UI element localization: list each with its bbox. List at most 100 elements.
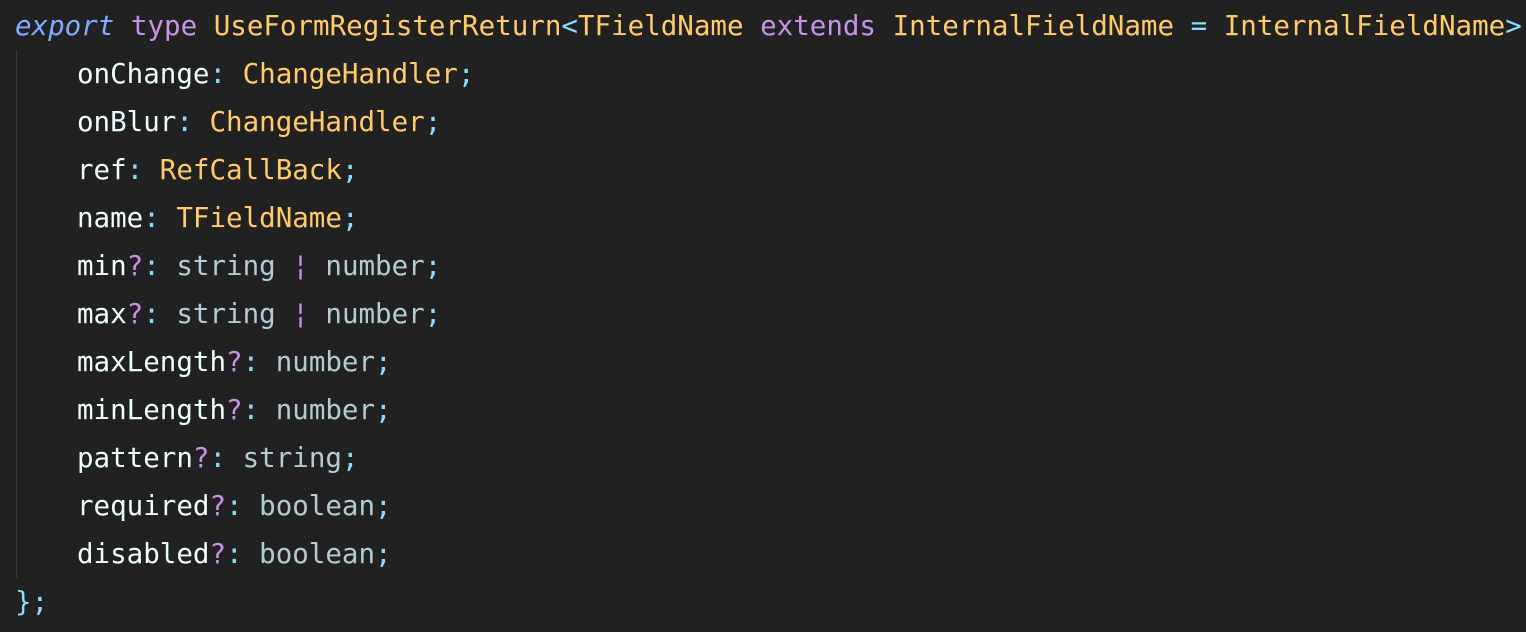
code-token-optional: ¦ [292, 298, 309, 330]
code-token-punct: : [242, 394, 260, 426]
code-token-builtin: string [176, 298, 276, 330]
code-token-property: pattern [77, 442, 193, 474]
code-line: maxLength?: number; [15, 338, 392, 386]
code-line: pattern?: string; [15, 434, 359, 482]
code-line: minLength?: number; [15, 386, 392, 434]
code-line: required?: boolean; [15, 482, 392, 530]
code-token-property: onBlur [77, 106, 177, 138]
code-token-type-name: InternalFieldName [1223, 10, 1506, 42]
code-token-optional: ? [209, 490, 227, 522]
code-line: name: TFieldName; [15, 194, 359, 242]
code-token-builtin: string [242, 442, 342, 474]
code-token-property: name [77, 202, 144, 234]
code-token-punct: ; [457, 58, 475, 90]
code-token-punct: : [242, 346, 260, 378]
code-token-optional: ? [209, 538, 227, 570]
code-token-optional: ? [126, 298, 144, 330]
code-token-builtin: string [176, 250, 276, 282]
code-token-punct: ; [424, 298, 442, 330]
code-token-punct: : [209, 442, 227, 474]
code-token-punct: ; [375, 490, 392, 522]
code-token-type-name: ChangeHandler [242, 58, 458, 90]
code-token-punct: ; [375, 394, 392, 426]
code-token-punct: : [143, 202, 160, 234]
code-token-type-name: TFieldName [577, 10, 744, 42]
code-token-punct: : [226, 490, 243, 522]
code-token-punct: ; [424, 106, 442, 138]
code-token-type-name: ChangeHandler [209, 106, 425, 138]
code-token-property: max [77, 298, 127, 330]
code-token-builtin: boolean [259, 490, 376, 522]
code-token-property: min [77, 250, 127, 282]
code-token-builtin: boolean [259, 538, 376, 570]
code-token-builtin: number [275, 394, 376, 426]
code-token-optional: ? [192, 442, 210, 474]
code-line: min?: string ¦ number; [15, 242, 441, 290]
code-token-type-name: UseFormRegisterReturn [213, 10, 562, 42]
code-line: ref: RefCallBack; [15, 146, 358, 194]
code-token-keyword: extends [760, 10, 876, 42]
code-token-property: onChange [77, 58, 210, 90]
code-token-type-name: InternalFieldName [892, 10, 1175, 42]
code-token-punct: ; [341, 442, 359, 474]
code-token-punct: ; [424, 250, 442, 282]
code-token-property: disabled [77, 538, 210, 570]
code-token-punct: ; [31, 586, 49, 618]
code-token-punct: : [126, 154, 144, 186]
code-line: }; [15, 578, 48, 626]
code-token-keyword: type [130, 10, 198, 42]
code-token-property: minLength [77, 394, 227, 426]
code-token-punct: : [226, 538, 243, 570]
code-token-punct: ; [341, 154, 359, 186]
code-token-punct: > [1505, 10, 1522, 42]
code-token-type-name: TFieldName [176, 202, 342, 234]
code-editor[interactable]: export type UseFormRegisterReturn<TField… [0, 0, 1526, 632]
code-token-punct: : [143, 250, 160, 282]
code-token-builtin: number [325, 298, 425, 330]
code-token-builtin: number [275, 346, 376, 378]
code-token-optional: ? [126, 250, 144, 282]
code-token-punct: : [143, 298, 160, 330]
code-token-punct: ; [375, 538, 392, 570]
code-token-optional: ? [226, 346, 243, 378]
code-line: disabled?: boolean; [15, 530, 392, 578]
code-token-punct: : [176, 106, 193, 138]
code-token-property: ref [77, 154, 127, 186]
code-token-property: required [77, 490, 210, 522]
code-line: max?: string ¦ number; [15, 290, 441, 338]
code-token-punct: ; [375, 346, 392, 378]
code-line: export type UseFormRegisterReturn<TField… [15, 2, 1526, 50]
code-token-builtin: number [325, 250, 425, 282]
code-token-optional: ? [226, 394, 243, 426]
code-token-property: maxLength [77, 346, 227, 378]
code-line: onChange: ChangeHandler; [15, 50, 474, 98]
code-token-export: export [15, 10, 115, 42]
code-token-punct: : [209, 58, 227, 90]
code-token-punct: < [561, 10, 578, 42]
code-token-punct: } [15, 586, 32, 618]
code-line: onBlur: ChangeHandler; [15, 98, 441, 146]
code-token-punct: = [1190, 10, 1208, 42]
code-token-type-name: RefCallBack [159, 154, 342, 186]
